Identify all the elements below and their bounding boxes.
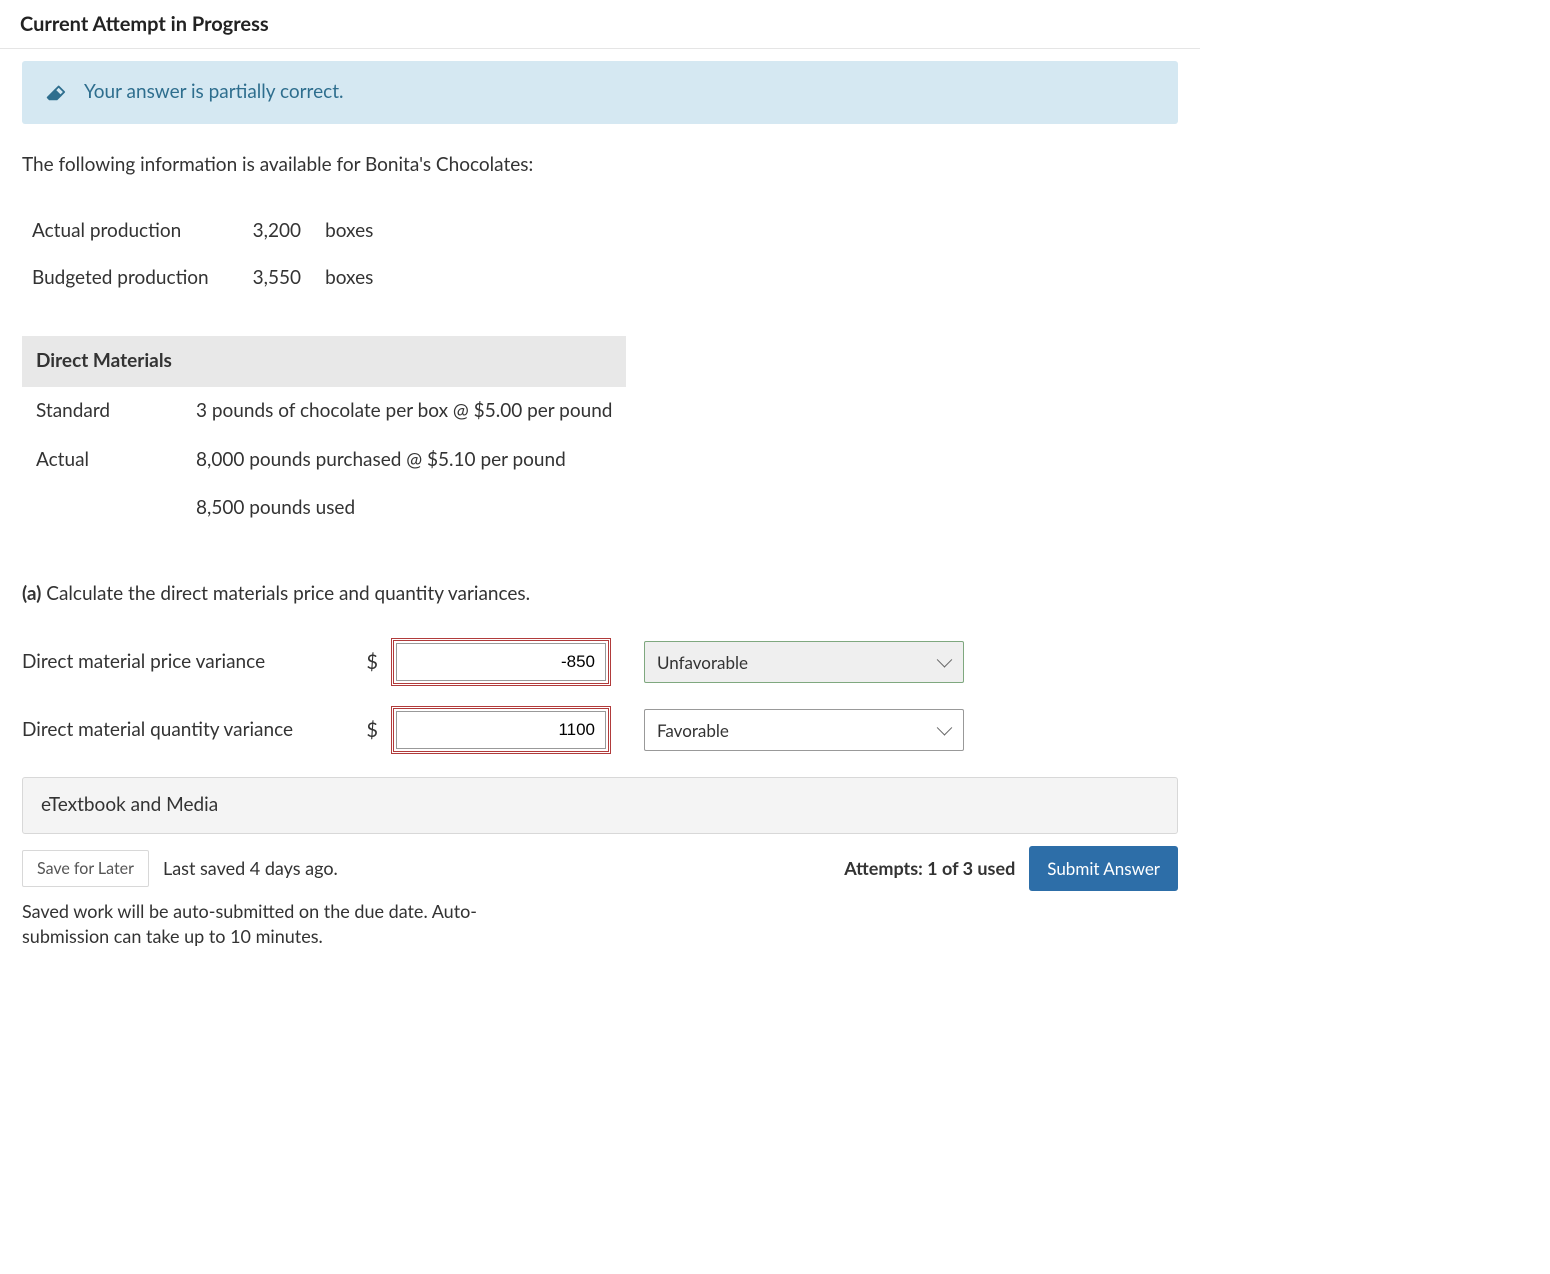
row-unit: boxes — [315, 208, 387, 255]
row-value: 3,550 — [223, 255, 315, 302]
table-row: 8,500 pounds used — [22, 484, 626, 533]
feedback-banner: Your answer is partially correct. — [22, 61, 1178, 124]
table-row: Budgeted production3,550boxes — [22, 255, 387, 302]
row-text: 8,500 pounds used — [182, 484, 626, 533]
row-label — [22, 484, 182, 533]
table-row: Standard3 pounds of chocolate per box @ … — [22, 387, 626, 436]
production-table: Actual production3,200boxesBudgeted prod… — [22, 208, 387, 301]
row-text: 3 pounds of chocolate per box @ $5.00 pe… — [182, 387, 626, 436]
auto-submit-note: Saved work will be auto-submitted on the… — [22, 899, 562, 949]
row-label: Actual production — [22, 208, 223, 255]
variance-amount-input[interactable] — [396, 711, 606, 749]
last-saved-text: Last saved 4 days ago. — [163, 856, 338, 881]
materials-heading: Direct Materials — [22, 336, 626, 387]
variance-direction-select[interactable]: FavorableUnfavorableNeither favorable no… — [644, 709, 964, 751]
part-text: Calculate the direct materials price and… — [46, 582, 530, 605]
problem-intro: The following information is available f… — [22, 152, 1178, 179]
row-value: 3,200 — [223, 208, 315, 255]
feedback-message: Your answer is partially correct. — [84, 79, 343, 106]
row-unit: boxes — [315, 255, 387, 302]
row-label: Actual — [22, 436, 182, 485]
row-label: Standard — [22, 387, 182, 436]
save-for-later-button[interactable]: Save for Later — [22, 850, 149, 887]
etextbook-media-button[interactable]: eTextbook and Media — [22, 777, 1178, 834]
table-row: Actual8,000 pounds purchased @ $5.10 per… — [22, 436, 626, 485]
currency-symbol: $ — [360, 716, 378, 744]
variance-amount-input[interactable] — [396, 643, 606, 681]
answer-label: Direct material quantity variance — [22, 717, 342, 744]
attempts-text: Attempts: 1 of 3 used — [844, 856, 1015, 881]
section-title: Current Attempt in Progress — [0, 0, 1200, 49]
currency-symbol: $ — [360, 648, 378, 676]
row-text: 8,000 pounds purchased @ $5.10 per pound — [182, 436, 626, 485]
materials-table: Direct Materials Standard3 pounds of cho… — [22, 336, 626, 532]
answer-row: Direct material quantity variance $ Favora… — [22, 709, 1178, 751]
submit-answer-button[interactable]: Submit Answer — [1029, 846, 1178, 891]
table-row: Actual production3,200boxes — [22, 208, 387, 255]
eraser-icon — [44, 81, 66, 103]
variance-direction-select[interactable]: FavorableUnfavorableNeither favorable no… — [644, 641, 964, 683]
part-letter: (a) — [22, 582, 41, 605]
answer-row: Direct material price variance $ Favorable… — [22, 641, 1178, 683]
row-label: Budgeted production — [22, 255, 223, 302]
part-prompt: (a) Calculate the direct materials price… — [22, 581, 1178, 608]
answer-label: Direct material price variance — [22, 649, 342, 676]
